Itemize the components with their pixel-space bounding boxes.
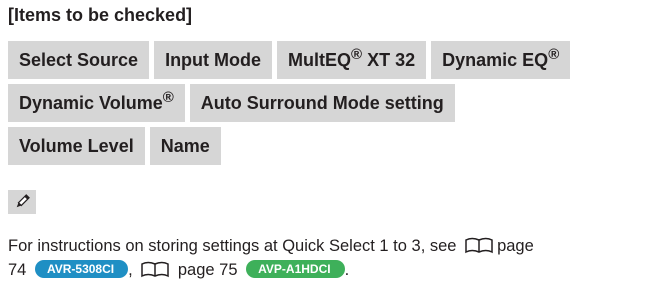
pencil-icon: [8, 190, 36, 214]
book-icon: [140, 261, 170, 286]
note-line-2: 74 AVR-5308CI, page 75 AVP-A1HDCI.: [8, 258, 662, 282]
section-heading: [Items to be checked]: [8, 5, 193, 25]
tag-dynamic-volume: Dynamic Volume®: [8, 84, 185, 122]
tag-name: Name: [149, 127, 221, 165]
tag-dynamic-eq: Dynamic EQ®: [431, 41, 571, 79]
note-text: For instructions on storing settings at …: [8, 234, 662, 282]
model-badge-avp-a1hdci: AVP-A1HDCI: [246, 260, 345, 278]
tag-row-3: Volume Level Name: [8, 127, 226, 165]
book-icon: [464, 237, 494, 262]
tag-volume-level: Volume Level: [8, 127, 145, 165]
tag-multeq-xt32: MultEQ® XT 32: [277, 41, 427, 79]
tag-input-mode: Input Mode: [154, 41, 273, 79]
tag-auto-surround-mode: Auto Surround Mode setting: [189, 84, 455, 122]
model-badge-avr-5308ci: AVR-5308CI: [34, 260, 129, 278]
tag-row-1: Select Source Input Mode MultEQ® XT 32 D…: [8, 41, 575, 79]
tag-select-source: Select Source: [8, 41, 150, 79]
tag-row-2: Dynamic Volume® Auto Surround Mode setti…: [8, 84, 460, 122]
note-line-1: For instructions on storing settings at …: [8, 234, 662, 258]
